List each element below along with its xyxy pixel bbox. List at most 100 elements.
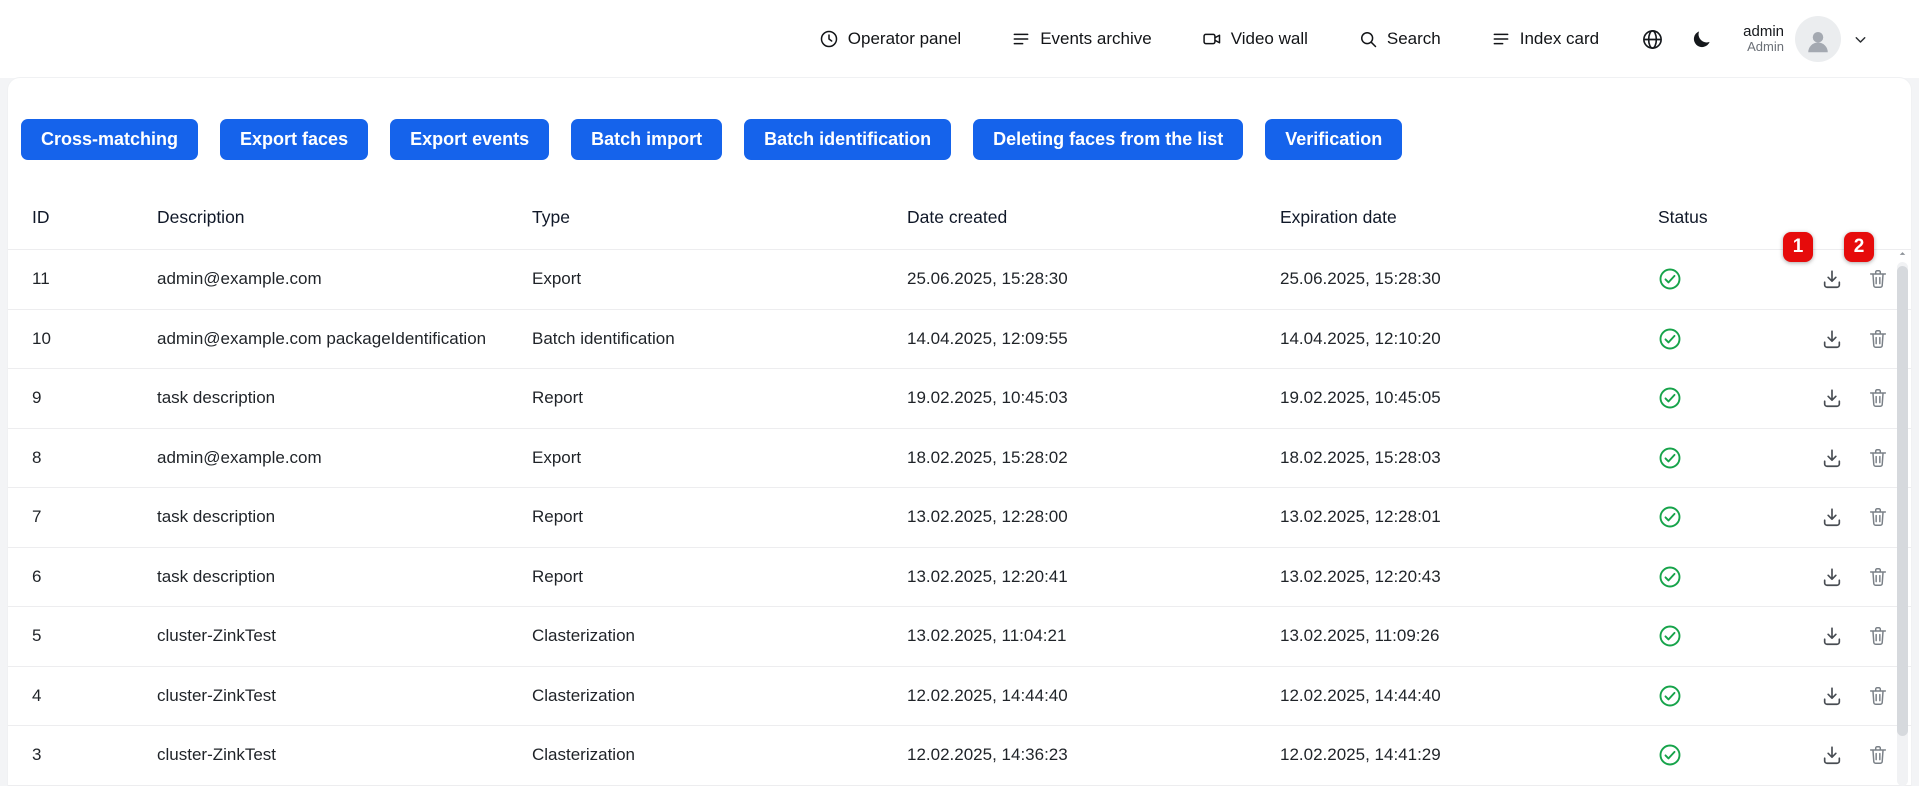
cell-type: Export [532,269,907,289]
theme-toggle-button[interactable] [1690,28,1713,51]
table-row: 9 task description Report 19.02.2025, 10… [8,369,1911,429]
user-menu-chevron[interactable] [1852,31,1869,48]
cell-description: admin@example.com packageIdentification [157,329,532,349]
nav-index-card[interactable]: Index card [1491,29,1599,49]
annotation-mark-1: 1 [1783,232,1813,262]
download-icon [1821,268,1843,290]
header-type: Type [532,207,907,228]
cell-date-created: 13.02.2025, 11:04:21 [907,626,1280,646]
cell-description: task description [157,567,532,587]
download-button[interactable] [1821,685,1843,707]
download-icon [1821,566,1843,588]
table-row: 11 admin@example.com Export 25.06.2025, … [8,250,1911,310]
top-navbar: Operator panel Events archive Video wall… [0,0,1919,78]
scrollbar-thumb[interactable] [1897,266,1908,736]
status-success-icon [1658,267,1682,291]
cell-id: 5 [32,626,157,646]
status-success-icon [1658,505,1682,529]
cell-type: Report [532,388,907,408]
nav-events-archive[interactable]: Events archive [1011,29,1152,49]
cell-description: admin@example.com [157,269,532,289]
header-date-created: Date created [907,207,1280,228]
scroll-up-arrow[interactable] [1896,246,1909,261]
cell-description: task description [157,507,532,527]
download-button[interactable] [1821,387,1843,409]
download-icon [1821,387,1843,409]
cell-date-created: 19.02.2025, 10:45:03 [907,388,1280,408]
clock-icon [819,29,839,49]
user-name: admin [1743,23,1784,40]
user-menu[interactable]: admin Admin [1743,16,1869,62]
cell-expiration-date: 13.02.2025, 12:20:43 [1280,567,1658,587]
header-status: Status [1658,207,1808,228]
cell-date-created: 13.02.2025, 12:20:41 [907,567,1280,587]
search-icon [1358,29,1378,49]
download-button[interactable] [1821,744,1843,766]
table-row: 3 cluster-ZinkTest Clasterization 12.02.… [8,726,1911,786]
cell-date-created: 18.02.2025, 15:28:02 [907,448,1280,468]
nav-video-wall[interactable]: Video wall [1202,29,1308,49]
delete-button[interactable] [1867,387,1889,409]
cell-description: admin@example.com [157,448,532,468]
batch-identification-button[interactable]: Batch identification [744,119,951,160]
cell-description: cluster-ZinkTest [157,745,532,765]
trash-icon [1867,447,1889,469]
table-header: ID Description Type Date created Expirat… [8,160,1911,250]
status-success-icon [1658,743,1682,767]
cell-type: Clasterization [532,686,907,706]
nav-operator-panel[interactable]: Operator panel [819,29,961,49]
table-row: 10 admin@example.com packageIdentificati… [8,310,1911,370]
download-button[interactable] [1821,268,1843,290]
scrollbar-track[interactable] [1897,262,1908,786]
delete-button[interactable] [1867,744,1889,766]
user-role: Admin [1743,40,1784,55]
cell-expiration-date: 13.02.2025, 11:09:26 [1280,626,1658,646]
cell-type: Clasterization [532,745,907,765]
nav-index-card-label: Index card [1520,29,1599,49]
status-success-icon [1658,565,1682,589]
cell-expiration-date: 14.04.2025, 12:10:20 [1280,329,1658,349]
table-row: 8 admin@example.com Export 18.02.2025, 1… [8,429,1911,489]
language-globe-button[interactable] [1641,28,1664,51]
deleting-faces-button[interactable]: Deleting faces from the list [973,119,1243,160]
download-button[interactable] [1821,625,1843,647]
verification-button[interactable]: Verification [1265,119,1402,160]
vertical-scrollbar [1896,246,1909,786]
delete-button[interactable] [1867,268,1889,290]
delete-button[interactable] [1867,566,1889,588]
trash-icon [1867,387,1889,409]
download-icon [1821,328,1843,350]
person-icon [1803,26,1833,56]
cell-date-created: 25.06.2025, 15:28:30 [907,269,1280,289]
export-events-button[interactable]: Export events [390,119,549,160]
delete-button[interactable] [1867,506,1889,528]
download-icon [1821,625,1843,647]
download-button[interactable] [1821,328,1843,350]
nav-operator-panel-label: Operator panel [848,29,961,49]
nav-search[interactable]: Search [1358,29,1441,49]
download-icon [1821,744,1843,766]
cell-id: 8 [32,448,157,468]
download-button[interactable] [1821,506,1843,528]
cell-id: 3 [32,745,157,765]
cross-matching-button[interactable]: Cross-matching [21,119,198,160]
download-icon [1821,447,1843,469]
cell-description: task description [157,388,532,408]
cell-expiration-date: 25.06.2025, 15:28:30 [1280,269,1658,289]
chevron-down-icon [1852,31,1869,48]
header-expiration-date: Expiration date [1280,207,1658,228]
download-button[interactable] [1821,566,1843,588]
cell-id: 7 [32,507,157,527]
delete-button[interactable] [1867,625,1889,647]
batch-import-button[interactable]: Batch import [571,119,722,160]
trash-icon [1867,744,1889,766]
delete-button[interactable] [1867,685,1889,707]
user-info: admin Admin [1743,23,1784,55]
delete-button[interactable] [1867,447,1889,469]
export-faces-button[interactable]: Export faces [220,119,368,160]
download-button[interactable] [1821,447,1843,469]
annotation-mark-2: 2 [1844,232,1874,262]
cell-id: 11 [32,269,157,289]
cell-id: 9 [32,388,157,408]
delete-button[interactable] [1867,328,1889,350]
